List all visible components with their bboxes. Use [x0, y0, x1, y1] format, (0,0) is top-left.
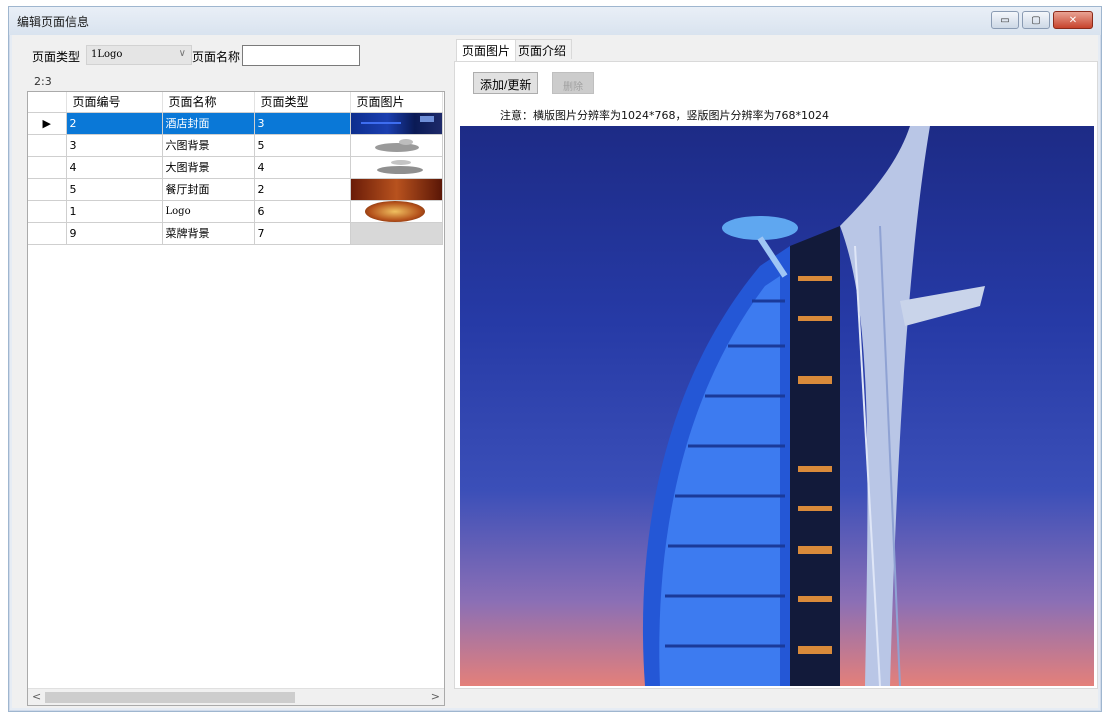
- pages-grid[interactable]: 页面编号 页面名称 页面类型 页面图片 ▶ 2 酒店封面 3 3 六图背景 5 …: [27, 91, 445, 706]
- page-image-panel: 添加/更新 删除 注意：横版图片分辨率为1024*768，竖版图片分辨率为768…: [454, 61, 1098, 689]
- cell-image[interactable]: [350, 134, 443, 157]
- cell-image[interactable]: [350, 222, 443, 245]
- table-row[interactable]: ▶ 2 酒店封面 3: [28, 112, 443, 135]
- edit-page-window: 编辑页面信息 ▭ ▢ ✕ 页面类型 1Logo ∨ 页面名称 2:3 页面编号 …: [8, 6, 1102, 712]
- thumbnail-image: [350, 112, 441, 133]
- cell-image[interactable]: [350, 156, 443, 179]
- maximize-button[interactable]: ▢: [1022, 11, 1050, 29]
- horizontal-scrollbar[interactable]: < >: [28, 688, 444, 705]
- cell-type[interactable]: 4: [254, 156, 351, 179]
- cell-type[interactable]: 2: [254, 178, 351, 201]
- cell-name[interactable]: 大图背景: [162, 156, 255, 179]
- cell-id[interactable]: 1: [66, 200, 163, 223]
- grid-header-row: 页面编号 页面名称 页面类型 页面图片: [28, 92, 443, 113]
- cell-name[interactable]: 酒店封面: [162, 112, 255, 135]
- column-header-id[interactable]: 页面编号: [66, 92, 163, 113]
- row-header[interactable]: [28, 222, 67, 245]
- chevron-down-icon: ∨: [178, 48, 186, 59]
- scroll-right-icon[interactable]: >: [431, 690, 440, 703]
- row-header-corner: [28, 92, 67, 113]
- ratio-text: 2:3: [34, 75, 52, 88]
- cell-name[interactable]: 六图背景: [162, 134, 255, 157]
- delete-button: 删除: [552, 72, 594, 94]
- resolution-note: 注意：横版图片分辨率为1024*768，竖版图片分辨率为768*1024: [500, 109, 829, 122]
- row-header[interactable]: [28, 200, 67, 223]
- column-header-type[interactable]: 页面类型: [254, 92, 351, 113]
- client-area: 页面类型 1Logo ∨ 页面名称 2:3 页面编号 页面名称 页面类型 页面图…: [12, 35, 1098, 708]
- scrollbar-thumb[interactable]: [45, 692, 295, 703]
- table-row[interactable]: 9 菜牌背景 7: [28, 222, 443, 245]
- row-indicator-icon[interactable]: ▶: [28, 112, 67, 135]
- page-name-input[interactable]: [242, 45, 360, 66]
- cell-name[interactable]: 菜牌背景: [162, 222, 255, 245]
- thumbnail-image: [350, 178, 441, 199]
- column-header-name[interactable]: 页面名称: [162, 92, 255, 113]
- cell-name[interactable]: Logo: [162, 200, 255, 223]
- table-row[interactable]: 5 餐厅封面 2: [28, 178, 443, 201]
- add-update-button[interactable]: 添加/更新: [473, 72, 539, 94]
- cell-type[interactable]: 5: [254, 134, 351, 157]
- row-header[interactable]: [28, 178, 67, 201]
- page-name-label: 页面名称: [192, 50, 241, 64]
- table-row[interactable]: 4 大图背景 4: [28, 156, 443, 179]
- page-image-preview[interactable]: [460, 126, 1094, 686]
- minimize-button[interactable]: ▭: [991, 11, 1019, 29]
- tab-page-intro[interactable]: 页面介绍: [512, 39, 573, 59]
- cell-name[interactable]: 餐厅封面: [162, 178, 255, 201]
- cell-image[interactable]: [350, 178, 443, 201]
- window-title: 编辑页面信息: [17, 15, 90, 29]
- page-type-label: 页面类型: [32, 50, 81, 64]
- cell-id[interactable]: 5: [66, 178, 163, 201]
- close-button[interactable]: ✕: [1053, 11, 1093, 29]
- cell-type[interactable]: 3: [254, 112, 351, 135]
- cell-image[interactable]: [350, 112, 443, 135]
- table-row[interactable]: 1 Logo 6: [28, 200, 443, 223]
- cell-id[interactable]: 9: [66, 222, 163, 245]
- title-bar[interactable]: 编辑页面信息 ▭ ▢ ✕: [9, 7, 1101, 35]
- thumbnail-image: [350, 134, 441, 155]
- hotel-tower-image: [642, 126, 985, 686]
- row-header[interactable]: [28, 134, 67, 157]
- page-type-value: 1Logo: [91, 49, 123, 60]
- scroll-left-icon[interactable]: <: [32, 690, 41, 703]
- table-row[interactable]: 3 六图背景 5: [28, 134, 443, 157]
- thumbnail-image: [350, 222, 441, 243]
- cell-type[interactable]: 6: [254, 200, 351, 223]
- cell-id[interactable]: 2: [66, 112, 163, 135]
- cell-id[interactable]: 4: [66, 156, 163, 179]
- tab-page-image[interactable]: 页面图片: [456, 39, 517, 61]
- page-type-select[interactable]: 1Logo ∨: [86, 45, 192, 65]
- thumbnail-image: [350, 156, 441, 177]
- cell-type[interactable]: 7: [254, 222, 351, 245]
- thumbnail-image: [350, 200, 441, 221]
- window-controls: ▭ ▢ ✕: [991, 11, 1093, 29]
- cell-image[interactable]: [350, 200, 443, 223]
- row-header[interactable]: [28, 156, 67, 179]
- column-header-image[interactable]: 页面图片: [350, 92, 443, 113]
- cell-id[interactable]: 3: [66, 134, 163, 157]
